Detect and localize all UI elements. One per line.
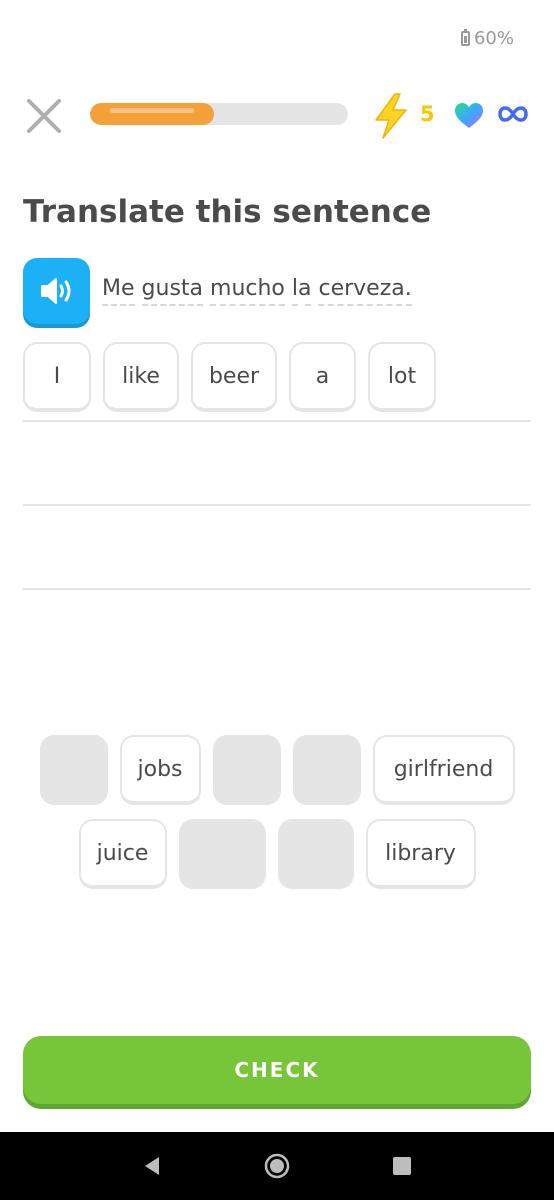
word-bank-tile[interactable]: girlfriend xyxy=(372,735,515,805)
recents-icon xyxy=(392,1157,411,1175)
play-audio-button[interactable] xyxy=(23,258,90,324)
answer-tile[interactable]: a xyxy=(289,342,356,412)
prompt-word[interactable]: gusta xyxy=(141,276,204,306)
close-icon xyxy=(27,99,61,133)
close-button[interactable] xyxy=(24,96,64,136)
word-bank-tile[interactable]: library xyxy=(365,819,476,889)
prompt-word[interactable]: Me xyxy=(102,276,135,306)
answer-line xyxy=(23,588,531,590)
check-button[interactable]: CHECK xyxy=(23,1036,531,1104)
android-nav-bar xyxy=(0,1132,554,1200)
answer-tile[interactable]: lot xyxy=(368,342,436,412)
answer-line xyxy=(23,504,531,506)
word-bank-placeholder xyxy=(292,735,361,805)
answer-tile[interactable]: I xyxy=(23,342,91,412)
word-bank-placeholder xyxy=(277,819,354,889)
answer-tile[interactable]: like xyxy=(103,342,179,412)
battery-percent: 60% xyxy=(473,28,514,49)
word-bank-placeholder xyxy=(39,735,108,805)
back-button[interactable] xyxy=(137,1151,167,1181)
page-title: Translate this sentence xyxy=(23,194,432,230)
speaker-icon xyxy=(40,278,70,304)
recents-button[interactable] xyxy=(387,1151,417,1181)
answer-tiles: I like beer a lot xyxy=(23,342,436,412)
back-icon xyxy=(145,1157,160,1175)
home-icon xyxy=(264,1153,290,1179)
prompt-word[interactable]: la xyxy=(291,276,312,306)
prompt-sentence: Me gusta mucho la cerveza. xyxy=(102,276,412,306)
lesson-progress-bar xyxy=(90,103,348,125)
status-bar: 60% xyxy=(460,28,514,49)
infinity-icon xyxy=(498,106,528,122)
lightning-icon xyxy=(375,93,407,139)
answer-line xyxy=(23,420,531,422)
heart-icon[interactable] xyxy=(454,102,484,129)
word-bank-row: juice library xyxy=(23,819,531,889)
word-bank-tile[interactable]: jobs xyxy=(119,735,201,805)
streak-count: 5 xyxy=(420,102,435,126)
battery-icon xyxy=(460,29,470,46)
word-bank-tile[interactable]: juice xyxy=(78,819,167,889)
word-bank-row: jobs girlfriend xyxy=(23,735,531,805)
prompt-word[interactable]: mucho xyxy=(210,276,285,306)
answer-tile[interactable]: beer xyxy=(191,342,277,412)
word-bank: jobs girlfriend juice library xyxy=(23,735,531,903)
lesson-header: 5 xyxy=(22,88,532,144)
progress-fill xyxy=(90,103,214,125)
prompt-word[interactable]: cerveza. xyxy=(318,276,412,306)
word-bank-placeholder xyxy=(178,819,266,889)
home-button[interactable] xyxy=(262,1151,292,1181)
answer-area: I like beer a lot xyxy=(23,342,531,594)
word-bank-placeholder xyxy=(212,735,281,805)
